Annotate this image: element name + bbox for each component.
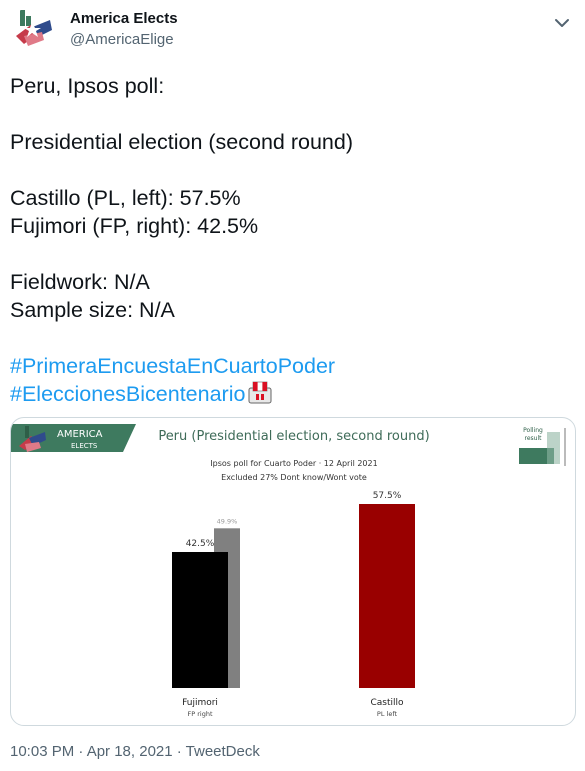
tweet-line: Fieldwork: N/A	[10, 270, 150, 294]
chart-subtitle: Excluded 27% Dont know/Wont vote	[221, 473, 367, 482]
tweet-text: Peru, Ipsos poll: Presidential election …	[10, 72, 570, 408]
account-name[interactable]: America Elects	[70, 10, 178, 27]
tweet-line: Fujimori (FP, right): 42.5%	[10, 214, 259, 238]
chevron-down-icon[interactable]	[551, 12, 573, 34]
poll-chart: AMERICA ELECTS Peru (Presidential electi…	[11, 424, 566, 718]
legend-divider	[564, 428, 566, 466]
logo-text: ELECTS	[71, 442, 98, 450]
tick-label: Fujimori	[182, 698, 218, 708]
hashtag-link[interactable]: #EleccionesBicentenario	[10, 382, 245, 406]
tweet-line: Castillo (PL, left): 57.5%	[10, 186, 241, 210]
tick-label: Castillo	[370, 698, 404, 708]
tweet-timestamp[interactable]: 10:03 PM · Apr 18, 2021 · TweetDeck	[10, 743, 260, 760]
avatar[interactable]	[10, 6, 58, 54]
america-elects-logo-icon	[16, 10, 52, 46]
tweet-line: Peru, Ipsos poll:	[10, 74, 165, 98]
ballot-box-peru-flag-icon	[248, 381, 272, 404]
data-label: 57.5%	[373, 491, 402, 501]
media-card[interactable]: AMERICA ELECTS Peru (Presidential electi…	[10, 417, 576, 726]
tick-label: FP right	[188, 710, 213, 718]
tweet-line: Presidential election (second round)	[10, 130, 354, 154]
tick-label: PL left	[377, 710, 398, 718]
chart-subtitle: Ipsos poll for Cuarto Poder · 12 April 2…	[210, 459, 377, 468]
data-label-previous: 49.9%	[217, 517, 238, 525]
legend-label: result	[525, 435, 543, 442]
bar-fujimori	[172, 552, 228, 688]
account-handle[interactable]: @AmericaElige	[70, 31, 174, 48]
tweet-line: Sample size: N/A	[10, 298, 175, 322]
legend-swatch	[547, 432, 560, 464]
data-label: 42.5%	[186, 539, 215, 549]
chart-title: Peru (Presidential election, second roun…	[158, 429, 429, 444]
bar-castillo	[359, 504, 415, 688]
tweet-header: America Elects @AmericaElige	[0, 0, 585, 60]
legend-label: Polling	[523, 427, 543, 434]
hashtag-link[interactable]: #PrimeraEncuestaEnCuartoPoder	[10, 354, 335, 378]
logo-text: AMERICA	[57, 429, 103, 440]
